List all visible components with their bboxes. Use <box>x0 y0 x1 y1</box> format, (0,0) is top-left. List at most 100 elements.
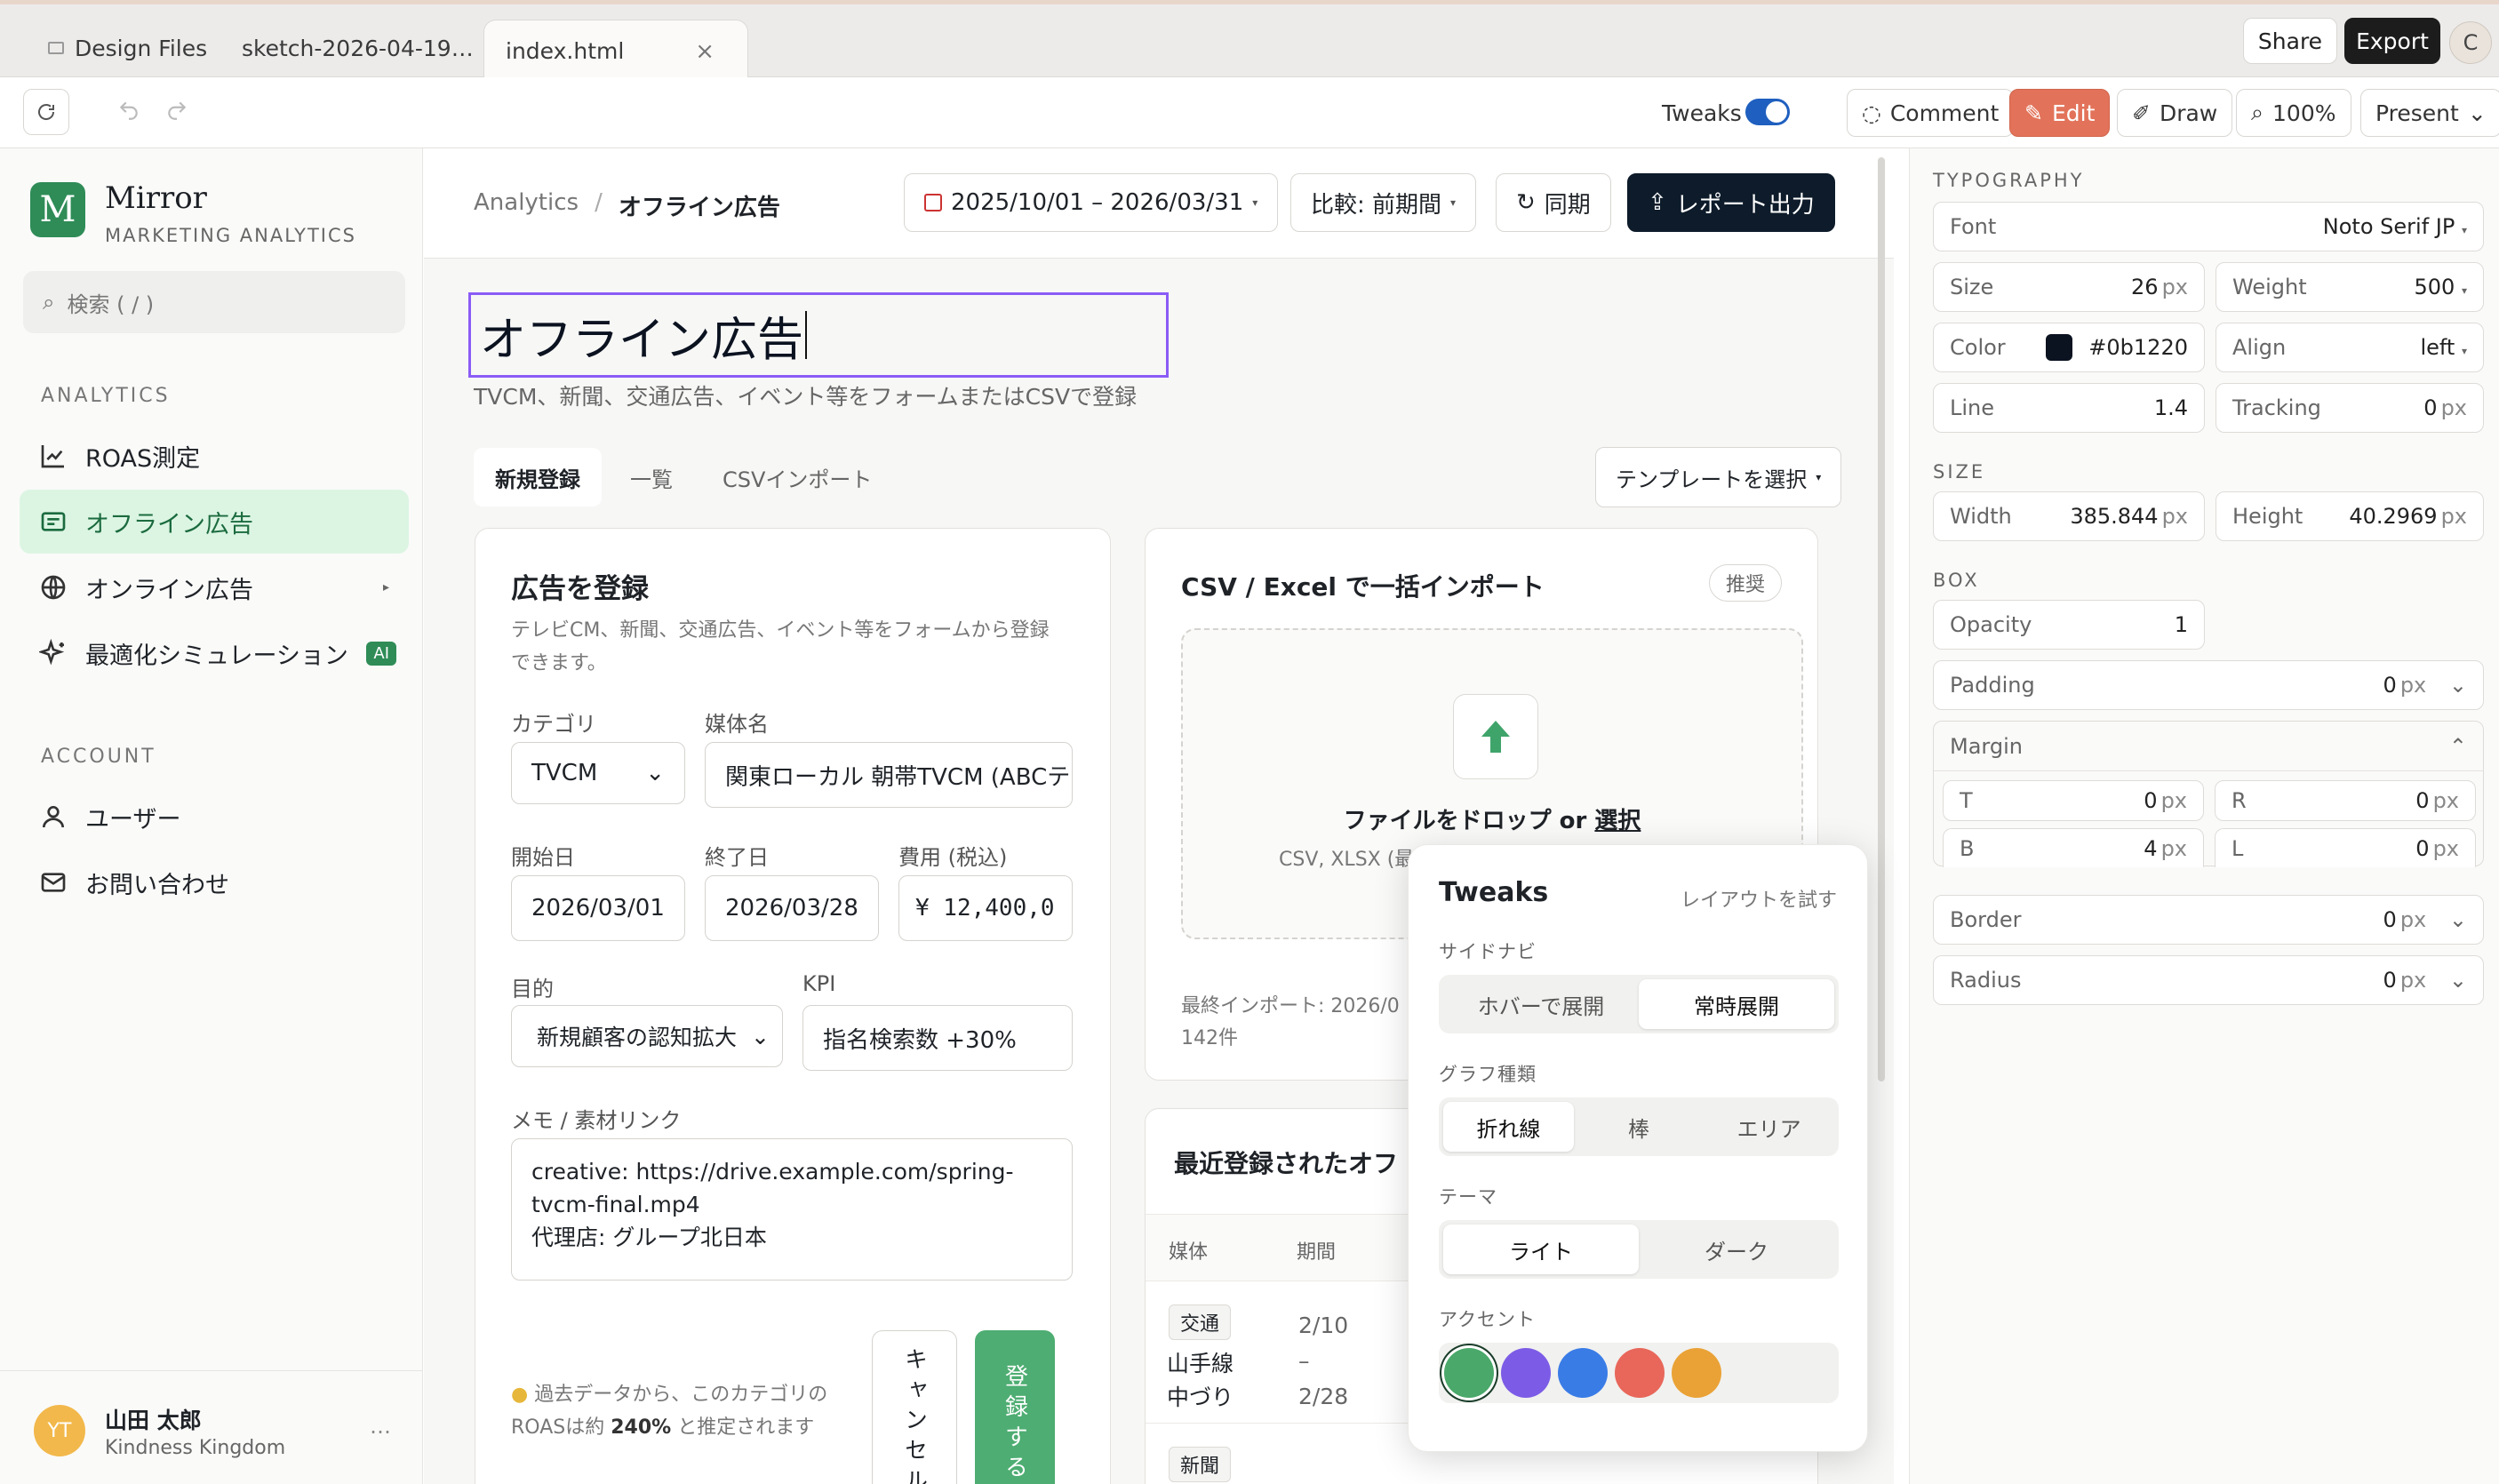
compare-select[interactable]: 比較: 前期間 ▾ <box>1290 173 1477 232</box>
media-input[interactable]: 関東ローカル 朝帯TVCM (ABCテ <box>705 742 1073 808</box>
breadcrumb: Analytics / オフライン広告 <box>474 189 780 222</box>
browser-tab-bar: Design Files sketch-2026-04-19… index.ht… <box>0 0 2499 82</box>
media-name-line: 中づり <box>1167 1384 1234 1410</box>
tab-sketch[interactable]: sketch-2026-04-19… <box>220 20 495 76</box>
more-icon[interactable]: … <box>370 1414 391 1439</box>
user-profile[interactable]: YT 山田 太郎 Kindness Kingdom … <box>0 1370 423 1484</box>
close-icon[interactable]: × <box>695 38 715 65</box>
margin-top-label: T <box>1960 788 1973 813</box>
share-button[interactable]: Share <box>2243 18 2337 64</box>
sidebar-item-roas[interactable]: ROAS測定 <box>20 424 409 488</box>
avatar[interactable]: C <box>2449 21 2492 64</box>
template-select[interactable]: テンプレートを選択 ▾ <box>1595 447 1842 507</box>
font-size-field[interactable]: Size 26 px <box>1933 262 2205 312</box>
select-file-link[interactable]: 選択 <box>1594 808 1641 834</box>
tab-list[interactable]: 一覧 <box>609 448 694 507</box>
tab-new[interactable]: 新規登録 <box>474 448 602 507</box>
tab-csv[interactable]: CSVインポート <box>701 448 893 507</box>
export-button[interactable]: Export <box>2344 18 2440 64</box>
cancel-button[interactable]: キャンセル <box>872 1330 957 1484</box>
border-field[interactable]: Border 0 px ⌄ <box>1933 895 2484 945</box>
scrollbar[interactable] <box>1878 157 1885 1081</box>
chevron-down-icon[interactable]: ⌄ <box>2449 673 2467 698</box>
undo-icon[interactable] <box>117 99 140 122</box>
sidebar-item-contact[interactable]: お問い合わせ <box>20 850 409 914</box>
section-account: ACCOUNT <box>41 746 156 768</box>
color-field[interactable]: Color #0b1220 <box>1933 323 2205 372</box>
tab-design-files[interactable]: Design Files <box>27 20 228 76</box>
margin-header[interactable]: Margin ⌃ <box>1934 722 2483 771</box>
width-field[interactable]: Width 385.844 px <box>1933 491 2205 541</box>
chevron-down-icon[interactable]: ⌄ <box>2449 907 2467 932</box>
chevron-up-icon: ⌃ <box>2448 733 2467 759</box>
chart-bar-option[interactable]: 棒 <box>1574 1102 1705 1152</box>
memo-textarea[interactable]: creative: https://drive.example.com/spri… <box>511 1138 1073 1281</box>
hint-text: ROASは約 <box>511 1416 611 1439</box>
border-value: 0 <box>2383 907 2397 932</box>
margin-top-field[interactable]: T 0 px <box>1943 780 2204 821</box>
chart-area-option[interactable]: エリア <box>1704 1102 1834 1152</box>
sidebar-item-users[interactable]: ユーザー <box>20 785 409 849</box>
ai-badge: AI <box>366 641 396 666</box>
goal-select[interactable]: 新規顧客の認知拡大 ⌄ <box>511 1005 783 1067</box>
opacity-field[interactable]: Opacity 1 <box>1933 600 2205 650</box>
sidenav-hover-option[interactable]: ホバーで展開 <box>1443 979 1639 1029</box>
margin-bottom-field[interactable]: B 4 px <box>1943 828 2204 867</box>
tweaks-title: Tweaks <box>1439 877 1549 908</box>
sidebar-item-optimize[interactable]: 最適化シミュレーション AI <box>20 621 409 685</box>
accent-swatch-green[interactable] <box>1444 1348 1494 1398</box>
edit-button[interactable]: ✎ Edit <box>2009 89 2111 137</box>
submit-button[interactable]: 登録する <box>975 1330 1055 1484</box>
align-select[interactable]: Align left ▾ <box>2216 323 2484 372</box>
tracking-field[interactable]: Tracking 0 px <box>2216 383 2484 433</box>
draw-button[interactable]: ✐ Draw <box>2117 89 2233 137</box>
chart-line-option[interactable]: 折れ線 <box>1443 1102 1574 1152</box>
line-height-field[interactable]: Line 1.4 <box>1933 383 2205 433</box>
text-cursor <box>805 311 808 359</box>
padding-field[interactable]: Padding 0 px ⌄ <box>1933 660 2484 710</box>
unit: px <box>2432 835 2459 861</box>
date-range-picker[interactable]: 2025/10/01 – 2026/03/31 ▾ <box>904 173 1279 232</box>
comment-button[interactable]: ◌ Comment <box>1847 89 2015 137</box>
category-select[interactable]: TVCM ⌄ <box>511 742 685 804</box>
accent-swatch-purple[interactable] <box>1501 1348 1551 1398</box>
tweaks-toggle[interactable] <box>1745 99 1790 125</box>
sidebar-item-offline[interactable]: オフライン広告 <box>20 490 409 554</box>
accent-swatch-orange[interactable] <box>1672 1348 1721 1398</box>
font-select[interactable]: Font Noto Serif JP ▾ <box>1933 202 2484 251</box>
accent-swatch-blue[interactable] <box>1558 1348 1608 1398</box>
present-button[interactable]: Present ⌄ <box>2360 89 2499 137</box>
theme-light-option[interactable]: ライト <box>1443 1225 1639 1274</box>
chevron-down-icon[interactable]: ⌄ <box>2449 968 2467 993</box>
kpi-input[interactable]: 指名検索数 +30% <box>802 1005 1073 1071</box>
sidenav-always-option[interactable]: 常時展開 <box>1639 979 1834 1029</box>
kpi-label: KPI <box>802 971 836 996</box>
search-input[interactable]: ⌕ 検索 ( / ) <box>23 271 405 333</box>
typography-section: TYPOGRAPHY <box>1933 170 2085 191</box>
height-field[interactable]: Height 40.2969 px <box>2216 491 2484 541</box>
accent-swatches <box>1439 1343 1839 1403</box>
report-export-button[interactable]: ⇪ レポート出力 <box>1627 173 1835 232</box>
start-date-input[interactable]: 2026/03/01 <box>511 875 685 941</box>
page-title[interactable]: オフライン広告 <box>468 292 1169 378</box>
redo-icon[interactable] <box>165 99 188 122</box>
theme-dark-option[interactable]: ダーク <box>1639 1225 1834 1274</box>
margin-right-field[interactable]: R 0 px <box>2215 780 2476 821</box>
radius-field[interactable]: Radius 0 px ⌄ <box>1933 955 2484 1005</box>
sidebar-item-online[interactable]: オンライン広告 ▸ <box>20 555 409 619</box>
end-date-input[interactable]: 2026/03/28 <box>705 875 879 941</box>
font-weight-select[interactable]: Weight 500 ▾ <box>2216 262 2484 312</box>
breadcrumb-separator: / <box>595 189 603 216</box>
tab-group: 新規登録 一覧 CSVインポート <box>474 448 893 507</box>
breadcrumb-root[interactable]: Analytics <box>474 189 579 222</box>
import-count: 142件 <box>1181 1027 1238 1049</box>
sync-button[interactable]: ↻ 同期 <box>1496 173 1611 232</box>
cost-input[interactable]: ¥ 12,400,0 <box>898 875 1073 941</box>
color-swatch[interactable] <box>2046 334 2073 361</box>
zoom-button[interactable]: ⌕ 100% <box>2236 89 2351 137</box>
unit: px <box>2399 907 2427 932</box>
margin-left-field[interactable]: L 0 px <box>2215 828 2476 867</box>
tab-index-html[interactable]: index.html × <box>483 20 748 82</box>
accent-swatch-red[interactable] <box>1615 1348 1665 1398</box>
reload-icon[interactable] <box>23 89 69 135</box>
